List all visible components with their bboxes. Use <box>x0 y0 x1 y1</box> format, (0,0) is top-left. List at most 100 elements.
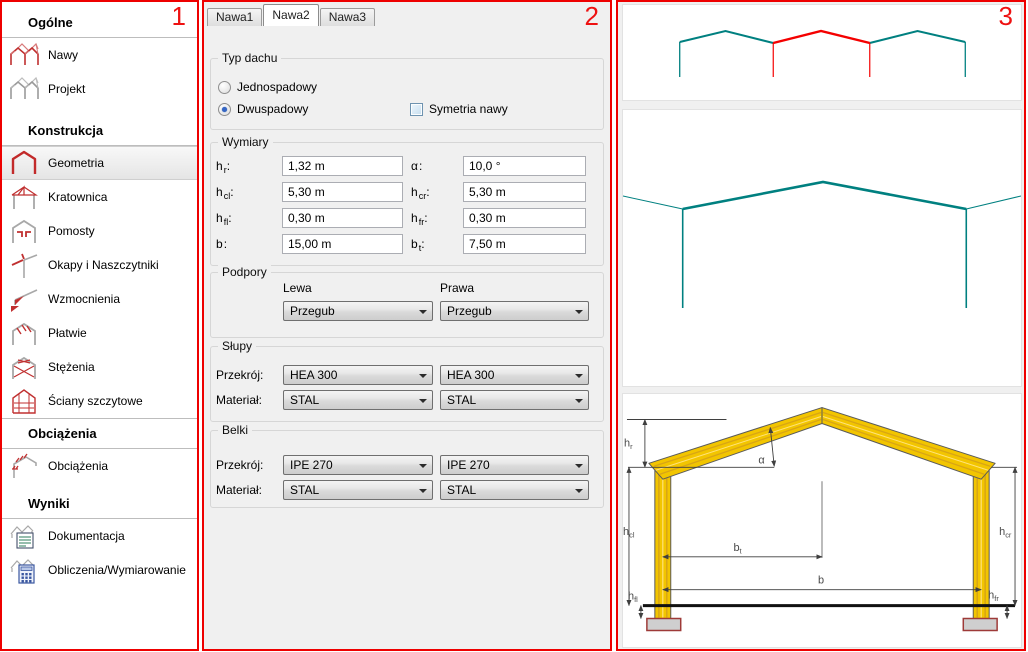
hr-input[interactable] <box>282 156 403 176</box>
hfr-input[interactable] <box>463 208 586 228</box>
sidebar-item-label: Obliczenia/Wymiarowanie <box>48 563 186 577</box>
radio-row-jednospadowy: Jednospadowy <box>218 80 317 94</box>
columns-material-right-dropdown[interactable]: STAL <box>440 390 589 410</box>
hcl-input[interactable] <box>282 182 403 202</box>
alpha-dim-label: α <box>758 454 765 466</box>
dropdown-arrow-icon <box>575 374 583 378</box>
hcr-input[interactable] <box>463 182 586 202</box>
dropdown-arrow-icon <box>575 464 583 468</box>
platwie-icon <box>12 322 36 345</box>
symetria-checkbox-row: Symetria nawy <box>410 102 508 116</box>
b-dim-label: b <box>818 575 824 587</box>
sidebar-item-label: Ściany szczytowe <box>48 394 143 408</box>
sidebar-item-obliczenia[interactable]: Obliczenia/Wymiarowanie <box>2 553 197 587</box>
left-support-column-label: Lewa <box>283 281 312 295</box>
sidebar-item-label: Obciążenia <box>48 459 109 473</box>
selected-bay-drawing <box>622 109 1022 387</box>
sidebar-item-label: Pomosty <box>48 224 95 238</box>
pomosty-icon <box>12 219 36 243</box>
sidebar-item-label: Stężenia <box>48 360 95 374</box>
b-label: b: <box>216 237 228 251</box>
group-title: Słupy <box>218 339 257 353</box>
alpha-input[interactable] <box>463 156 586 176</box>
sidebar-item-sciany-szczytowe[interactable]: Ściany szczytowe <box>2 384 197 418</box>
dropdown-arrow-icon <box>419 399 427 403</box>
beams-section-right-dropdown[interactable]: IPE 270 <box>440 455 589 475</box>
preview-panel: 3 hr α hcl hcr bt b hfl hfr <box>616 0 1026 651</box>
stezenia-icon <box>12 356 36 379</box>
dimensions-group: Wymiary hr: α: hcl: hcr: hfl: hfr: b: <box>210 135 604 266</box>
tab-nawa2[interactable]: Nawa2 <box>263 4 319 26</box>
alpha-label: α: <box>411 159 423 173</box>
jednospadowy-radio[interactable] <box>218 80 231 94</box>
dropdown-arrow-icon <box>575 399 583 403</box>
sidebar-header-wyniki: Wyniki <box>2 489 197 519</box>
sidebar-item-label: Okapy i Naszczytniki <box>48 258 159 272</box>
panel-number-2: 2 <box>584 1 599 31</box>
frame-section-svg: hr α hcl hcr bt b hfl hfr <box>623 407 1018 632</box>
beams-section-left-dropdown[interactable]: IPE 270 <box>283 455 433 475</box>
panel-number-1: 1 <box>171 1 186 31</box>
hfl-input[interactable] <box>282 208 403 228</box>
hfl-label: hfl: <box>216 211 232 228</box>
obciazenia-icon <box>12 453 37 478</box>
columns-section-right-dropdown[interactable]: HEA 300 <box>440 365 589 385</box>
dwuspadowy-radio[interactable] <box>218 102 231 116</box>
sidebar-item-nawy[interactable]: Nawy <box>2 38 197 72</box>
sidebar-item-obciazenia[interactable]: Obciążenia <box>2 449 197 483</box>
dropdown-arrow-icon <box>419 374 427 378</box>
hfl-dim-label: hfl <box>628 591 638 604</box>
right-support-dropdown[interactable]: Przegub <box>440 301 589 321</box>
tab-nawa3[interactable]: Nawa3 <box>319 8 376 26</box>
hr-dim-label: hr <box>624 437 633 450</box>
sidebar-header-ogolne: Ogólne <box>2 8 197 38</box>
symetria-checkbox[interactable] <box>410 102 423 116</box>
hfr-dim-label: hfr <box>988 590 999 603</box>
section-label: Przekrój: <box>216 458 264 472</box>
dimension-row: hr: α: <box>211 156 603 176</box>
bay-tabs: Nawa1 Nawa2 Nawa3 <box>207 4 376 26</box>
hcl-dim-label: hcl <box>623 526 635 539</box>
hcr-dim-label: hcr <box>999 526 1012 539</box>
sidebar-item-label: Płatwie <box>48 326 87 340</box>
group-title: Typ dachu <box>218 51 282 65</box>
supports-group: Podpory Lewa Prawa Przegub Przegub <box>210 265 604 338</box>
sidebar-item-label: Dokumentacja <box>48 529 125 543</box>
bt-label: bt: <box>411 237 425 254</box>
radio-label: Dwuspadowy <box>237 102 309 116</box>
bt-dim-label: bt <box>733 542 742 555</box>
beams-material-right-dropdown[interactable]: STAL <box>440 480 589 500</box>
sidebar-item-platwie[interactable]: Płatwie <box>2 316 197 350</box>
left-support-dropdown[interactable]: Przegub <box>283 301 433 321</box>
material-label: Materiał: <box>216 483 263 497</box>
columns-material-left-dropdown[interactable]: STAL <box>283 390 433 410</box>
dokumentacja-icon <box>10 525 34 549</box>
group-title: Podpory <box>218 265 271 279</box>
dropdown-arrow-icon <box>419 489 427 493</box>
dimension-row: hfl: hfr: <box>211 208 603 228</box>
section-label: Przekrój: <box>216 368 264 382</box>
right-support-column-label: Prawa <box>440 281 475 295</box>
beams-material-left-dropdown[interactable]: STAL <box>283 480 433 500</box>
sidebar-item-wzmocnienia[interactable]: Wzmocnienia <box>2 282 197 316</box>
sidebar-item-geometria[interactable]: Geometria <box>2 146 197 180</box>
dimension-row: hcl: hcr: <box>211 182 603 202</box>
sciany-icon <box>12 389 36 414</box>
dropdown-arrow-icon <box>575 489 583 493</box>
sidebar-item-stezenia[interactable]: Stężenia <box>2 350 197 384</box>
sidebar-item-projekt[interactable]: Projekt <box>2 72 197 106</box>
columns-section-left-dropdown[interactable]: HEA 300 <box>283 365 433 385</box>
okapy-icon <box>11 253 38 278</box>
projekt-icon <box>10 76 39 99</box>
bt-input[interactable] <box>463 234 586 254</box>
tab-nawa1[interactable]: Nawa1 <box>207 8 263 26</box>
sidebar-item-dokumentacja[interactable]: Dokumentacja <box>2 519 197 553</box>
sidebar-item-kratownica[interactable]: Kratownica <box>2 180 197 214</box>
sidebar-item-pomosty[interactable]: Pomosty <box>2 214 197 248</box>
dropdown-arrow-icon <box>419 310 427 314</box>
sidebar-item-okapy[interactable]: Okapy i Naszczytniki <box>2 248 197 282</box>
b-input[interactable] <box>282 234 403 254</box>
roof-type-group: Typ dachu Jednospadowy Dwuspadowy Symetr… <box>210 51 604 130</box>
radio-row-dwuspadowy: Dwuspadowy <box>218 102 308 116</box>
bays-overview-drawing <box>622 4 1022 101</box>
